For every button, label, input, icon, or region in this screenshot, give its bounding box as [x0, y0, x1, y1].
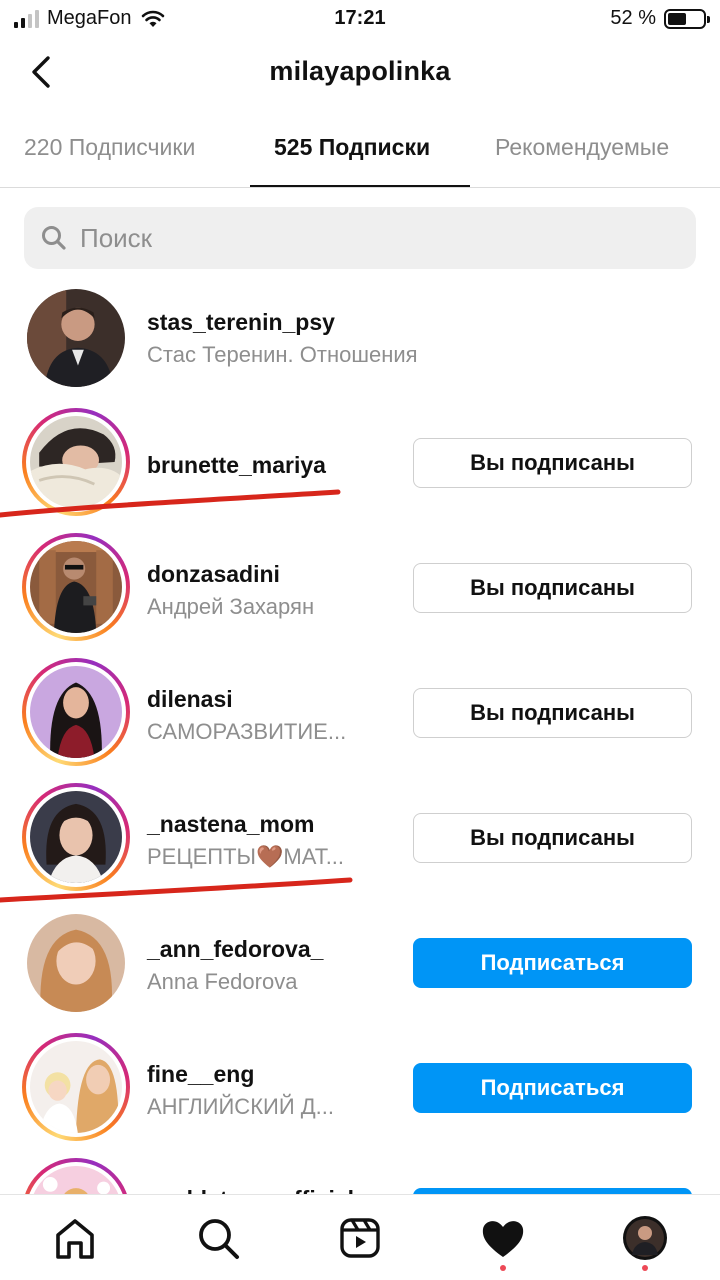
tab-following[interactable]: 525 Подписки — [274, 134, 430, 161]
battery-percent: 52 % — [610, 7, 656, 29]
search-icon — [42, 226, 66, 250]
avatar[interactable] — [27, 289, 125, 387]
list-item[interactable]: dilenasi САМОРАЗВИТИЕ... Вы подписаны — [0, 650, 720, 775]
status-right: 52 % — [610, 7, 710, 30]
page-title: milayapolinka — [269, 56, 451, 86]
tab-followers[interactable]: 220 Подписчики — [24, 134, 195, 161]
full-name: Anna Fedorova — [147, 969, 298, 994]
bottom-nav — [0, 1194, 720, 1280]
full-name: Стас Теренин. Отношения — [147, 342, 418, 367]
heart-icon — [482, 1221, 524, 1257]
full-name: САМОРАЗВИТИЕ... — [147, 719, 347, 744]
list-item[interactable]: brunette_mariya Вы подписаны — [0, 400, 720, 525]
username[interactable]: brunette_mariya — [147, 452, 326, 479]
activity-badge — [500, 1265, 506, 1271]
username[interactable]: dilenasi — [147, 686, 233, 713]
nav-reels[interactable] — [335, 1213, 385, 1263]
profile-badge — [642, 1265, 648, 1271]
avatar[interactable] — [22, 408, 130, 516]
battery-icon — [664, 8, 710, 29]
nav-profile[interactable] — [620, 1213, 670, 1263]
profile-avatar — [623, 1216, 667, 1260]
search-input[interactable] — [80, 222, 640, 254]
reels-icon — [340, 1218, 380, 1258]
nav-search[interactable] — [193, 1213, 243, 1263]
nav-home[interactable] — [50, 1213, 100, 1263]
full-name: Андрей Захарян — [147, 594, 315, 619]
username[interactable]: _nastena_mom — [147, 811, 314, 838]
avatar[interactable] — [22, 1033, 130, 1141]
full-name: АНГЛИЙСКИЙ Д... — [147, 1094, 334, 1119]
home-icon — [56, 1219, 94, 1259]
following-button[interactable]: Вы подписаны — [413, 813, 692, 863]
following-button[interactable]: Вы подписаны — [413, 688, 692, 738]
username[interactable]: _ann_fedorova_ — [147, 936, 323, 963]
list-item[interactable]: _ann_fedorova_ Anna Fedorova Подписаться — [0, 900, 720, 1025]
avatar[interactable] — [22, 783, 130, 891]
follow-button[interactable]: Подписаться — [413, 938, 692, 988]
avatar[interactable] — [22, 658, 130, 766]
avatar[interactable] — [22, 533, 130, 641]
nav-activity[interactable] — [478, 1213, 528, 1263]
header: milayapolinka — [0, 44, 720, 104]
active-tab-indicator — [250, 185, 470, 187]
following-button[interactable]: Вы подписаны — [413, 563, 692, 613]
tab-bar: 220 Подписчики 525 Подписки Рекомендуемы… — [0, 112, 720, 188]
search-icon — [199, 1219, 239, 1259]
list-item[interactable]: _nastena_mom РЕЦЕПТЫ🤎МАТ... Вы подписаны — [0, 775, 720, 900]
username[interactable]: donzasadini — [147, 561, 280, 588]
username[interactable]: stas_terenin_psy — [147, 309, 335, 336]
tab-suggested[interactable]: Рекомендуемые — [495, 134, 669, 161]
status-bar: MegaFon 17:21 52 % — [0, 0, 720, 38]
list-item[interactable]: donzasadini Андрей Захарян Вы подписаны — [0, 525, 720, 650]
avatar[interactable] — [27, 914, 125, 1012]
search-bar[interactable] — [24, 207, 696, 269]
list-item[interactable]: stas_terenin_psy Стас Теренин. Отношения — [0, 275, 720, 400]
following-button[interactable]: Вы подписаны — [413, 438, 692, 488]
full-name: РЕЦЕПТЫ🤎МАТ... — [147, 844, 345, 869]
username[interactable]: fine__eng — [147, 1061, 254, 1088]
follow-button[interactable]: Подписаться — [413, 1063, 692, 1113]
list-item[interactable]: fine__eng АНГЛИЙСКИЙ Д... Подписаться — [0, 1025, 720, 1150]
